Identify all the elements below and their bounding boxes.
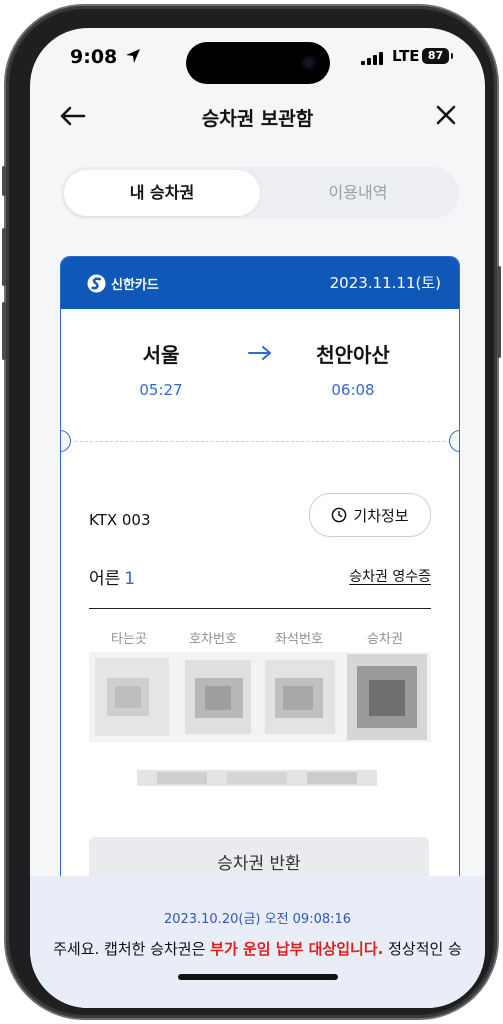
column-header-platform: 타는곳: [111, 632, 147, 647]
card-brand-name: 신한카드: [111, 277, 159, 293]
passenger-info: 어른 1: [89, 564, 135, 589]
location-arrow-icon: [126, 49, 140, 63]
close-icon[interactable]: [431, 102, 461, 130]
passenger-type: 어른: [89, 569, 121, 589]
status-time: 9:08: [70, 46, 118, 68]
column-header-seat: 좌석번호: [275, 632, 323, 647]
section-divider: [89, 608, 431, 609]
bottom-notice-banner: 2023.10.20(금) 오전 09:08:16 주세요. 캡처한 승차권은 …: [30, 876, 485, 1008]
column-header-ticket: 승차권: [367, 632, 403, 647]
departure-time: 05:27: [139, 381, 183, 399]
home-indicator: [178, 974, 338, 980]
arrival-time: 06:08: [331, 381, 375, 399]
arrival-station: 천안아산: [316, 343, 390, 367]
departure-station: 서울: [142, 343, 180, 367]
page-title: 승차권 보관함: [201, 108, 314, 130]
clock-icon: [332, 507, 347, 523]
notice-suffix: 정상적인 승: [383, 940, 462, 958]
ticket-notch-right: [449, 430, 459, 452]
train-info-button[interactable]: 기차정보: [309, 493, 431, 537]
column-header-car: 호차번호: [189, 632, 237, 647]
power-button: [497, 266, 501, 358]
tab-bar: 내 승차권 이용내역: [61, 167, 459, 219]
dynamic-island: [186, 42, 330, 84]
live-timestamp: 2023.10.20(금) 오전 09:08:16: [163, 912, 352, 927]
header: 승차권 보관함: [30, 92, 485, 140]
pixelated-seat-info: [89, 652, 431, 742]
route-arrow-icon: [248, 346, 271, 360]
signal-icon: [361, 52, 383, 65]
ticket-card: 신한카드 2023.11.11(토) 서울 05:27 천안아산 06:08 K…: [60, 256, 460, 978]
train-number: KTX 003: [89, 511, 151, 529]
travel-date: 2023.11.11(토): [329, 274, 441, 292]
perforation-divider: [75, 441, 445, 442]
receipt-link[interactable]: 승차권 영수증: [349, 566, 431, 586]
train-info-label: 기차정보: [353, 506, 409, 525]
ticket-notch-left: [61, 430, 71, 452]
passenger-count: 1: [124, 569, 136, 589]
network-type: LTE: [392, 47, 420, 65]
notice-prefix: 주세요. 캡처한 승차권은: [53, 940, 211, 958]
tab-my-tickets[interactable]: 내 승차권: [64, 170, 260, 216]
screen: 9:08 LTE 87 승차권 보관함 내 승차권 이용내역 신한카드 2023…: [30, 28, 485, 1008]
shinhan-logo-icon: [87, 273, 106, 293]
silent-switch: [2, 166, 6, 196]
phone-frame: 9:08 LTE 87 승차권 보관함 내 승차권 이용내역 신한카드 2023…: [2, 6, 501, 1018]
tab-usage-history[interactable]: 이용내역: [260, 170, 456, 216]
camera-icon: [302, 56, 316, 70]
volume-up-button: [2, 228, 6, 286]
capture-warning-marquee: 주세요. 캡처한 승차권은 부가 운임 납부 대상입니다. 정상적인 승: [30, 938, 485, 959]
notice-warning: 부가 운임 납부 대상입니다.: [210, 940, 384, 958]
pixelated-ticket-code: [137, 770, 377, 786]
volume-down-button: [2, 302, 6, 360]
card-brand: 신한카드: [87, 271, 159, 295]
battery-icon: 87: [422, 48, 453, 64]
ticket-header: 신한카드 2023.11.11(토): [61, 257, 459, 309]
